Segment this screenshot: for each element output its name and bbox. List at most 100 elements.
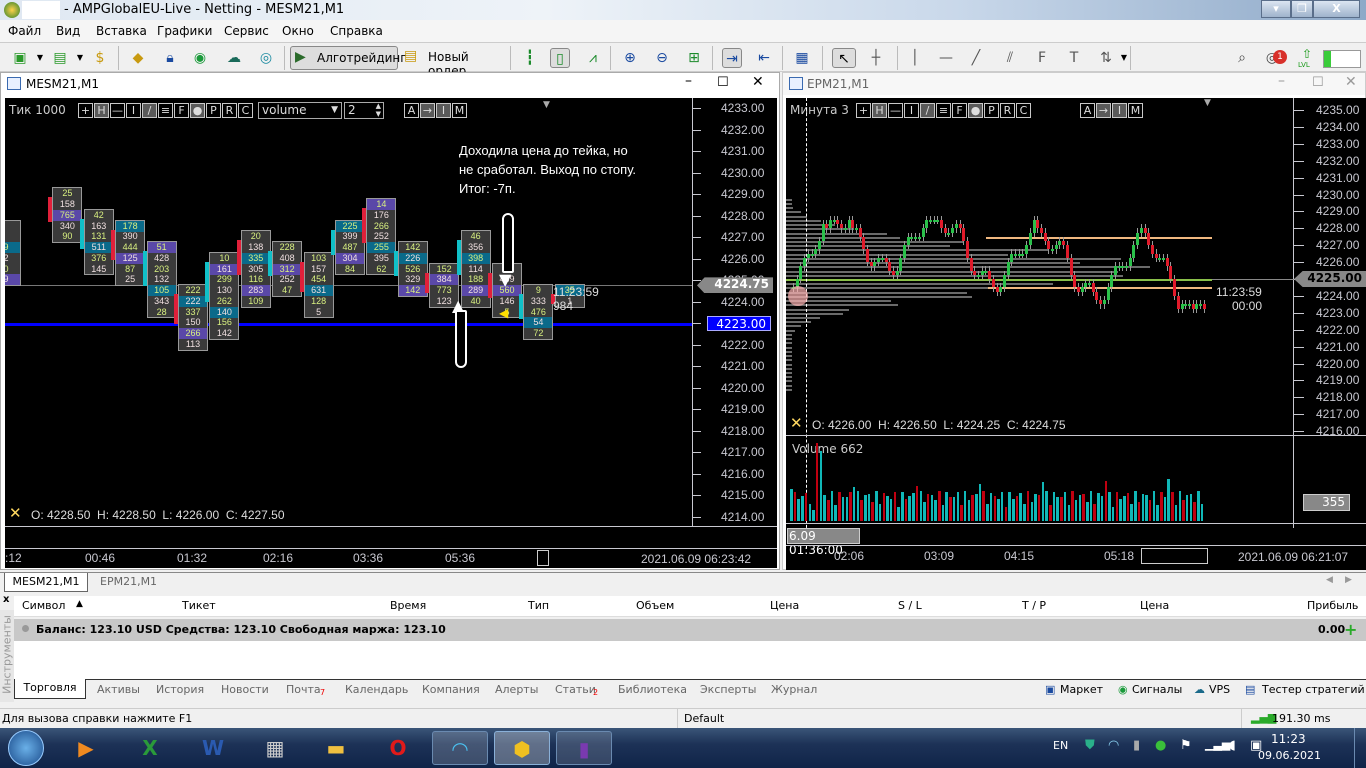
tool-button-8[interactable]: P [984, 103, 999, 118]
dropdown-icon[interactable]: ▼ [30, 48, 50, 68]
market-link[interactable]: Маркет [1060, 683, 1103, 696]
tool-button-9[interactable]: R [222, 103, 237, 118]
vertical-line-icon[interactable]: │ [905, 48, 925, 68]
new-chart-icon[interactable]: ▣ [10, 48, 30, 68]
strategy-tester-link[interactable]: Тестер стратегий [1262, 683, 1365, 696]
scroll-box[interactable] [537, 550, 549, 566]
tool-button-7[interactable]: ● [190, 103, 205, 118]
tab-calendar[interactable]: Календарь [345, 683, 408, 696]
tool-button-10[interactable]: C [238, 103, 253, 118]
tool-button-2[interactable]: — [110, 103, 125, 118]
chart-tab-mesm21[interactable]: MESM21,M1 [4, 573, 88, 592]
text-icon[interactable]: T [1064, 48, 1084, 68]
indicator-select[interactable]: volume ▼ [258, 102, 342, 119]
volume-icon[interactable]: ◖ [1229, 738, 1236, 753]
balance-row[interactable]: Баланс: 123.10 USD Средства: 123.10 Своб… [14, 619, 1366, 641]
tool-button-6[interactable]: F [952, 103, 967, 118]
excel-icon[interactable]: X [122, 731, 178, 765]
opera-icon[interactable]: O [370, 731, 426, 765]
signal-strength-icon[interactable]: ▁▃▅ [1205, 738, 1230, 751]
arrows-icon[interactable]: ⇅ [1096, 48, 1116, 68]
menu-tools[interactable]: Сервис [224, 24, 269, 38]
show-desktop-button[interactable] [1354, 728, 1366, 768]
period-spinner[interactable]: 2 ▲ ▼ [344, 102, 384, 119]
signals-link[interactable]: Сигналы [1132, 683, 1182, 696]
tool-button-7[interactable]: ● [968, 103, 983, 118]
nav-button-3[interactable]: M [1128, 103, 1143, 118]
nav-button-2[interactable]: I [1112, 103, 1127, 118]
col-price[interactable]: Цена [770, 599, 799, 612]
tool-button-0[interactable]: + [78, 103, 93, 118]
line-chart-icon[interactable]: ⩘ [583, 48, 603, 68]
dropdown-icon[interactable]: ▼ [70, 48, 90, 68]
tool-button-3[interactable]: I [904, 103, 919, 118]
col-ticket[interactable]: Тикет [182, 599, 216, 612]
wifi-tray-icon[interactable]: ◠ [1108, 738, 1119, 753]
action-center-icon[interactable]: ⚑ [1180, 738, 1192, 753]
crosshair-icon[interactable]: ┼ [866, 48, 886, 68]
menu-help[interactable]: Справка [330, 24, 383, 38]
col-current-price[interactable]: Цена [1140, 599, 1169, 612]
wifi-app-icon[interactable]: ◠ [432, 731, 488, 765]
tab-mailbox[interactable]: Почта [286, 683, 321, 696]
vps-icon[interactable]: ☁ [224, 48, 244, 68]
tool-button-1[interactable]: H [94, 103, 109, 118]
maximize-icon[interactable]: ☐ [1312, 75, 1324, 90]
calculator-icon[interactable]: ▦ [247, 731, 303, 765]
tool-button-8[interactable]: P [206, 103, 221, 118]
tile-windows-icon[interactable]: ⊞ [684, 48, 704, 68]
tool-button-4[interactable]: / [142, 103, 157, 118]
candlestick-icon[interactable]: ▯ [550, 48, 570, 68]
tab-alerts[interactable]: Алерты [495, 683, 538, 696]
nav-button-3[interactable]: M [452, 103, 467, 118]
nav-button-0[interactable]: A [1080, 103, 1095, 118]
menu-insert[interactable]: Вставка [96, 24, 147, 38]
col-time[interactable]: Время [390, 599, 426, 612]
menu-charts[interactable]: Графики [157, 24, 212, 38]
dropdown-icon[interactable]: ▼ [1114, 48, 1134, 68]
menu-view[interactable]: Вид [56, 24, 80, 38]
tool-button-1[interactable]: H [872, 103, 887, 118]
bar-chart-icon[interactable]: ┇ [520, 48, 540, 68]
restore-button[interactable]: ❐ [1291, 0, 1313, 18]
algotrading-button[interactable]: ▶ Алготрейдинг [290, 46, 407, 70]
signal-app-icon[interactable]: ▮ [556, 731, 612, 765]
clock-date[interactable]: 09.06.2021 [1258, 749, 1321, 762]
minimize-icon[interactable]: – [1278, 73, 1285, 89]
profiles-icon[interactable]: ▤ [50, 48, 70, 68]
scroll-box[interactable] [1141, 548, 1208, 564]
explorer-icon[interactable]: ▬ [308, 731, 364, 765]
close-icon[interactable]: ✕ [1345, 74, 1357, 90]
antivirus-icon[interactable]: ⛊ [1085, 738, 1095, 753]
tool-button-0[interactable]: + [856, 103, 871, 118]
tool-button-2[interactable]: — [888, 103, 903, 118]
close-panel-icon[interactable]: x [3, 594, 9, 605]
nav-button-0[interactable]: A [404, 103, 419, 118]
tool-button-6[interactable]: F [174, 103, 189, 118]
lvl-icon[interactable]: ⇧ [1296, 47, 1318, 61]
col-sl[interactable]: S / L [898, 599, 922, 612]
new-order-button[interactable]: ▤ Новый ордер [402, 46, 504, 78]
tab-history[interactable]: История [156, 683, 204, 696]
col-volume[interactable]: Объем [636, 599, 674, 612]
network-app-icon[interactable]: ● [1155, 738, 1166, 753]
menu-file[interactable]: Файл [8, 24, 41, 38]
clock-time[interactable]: 11:23 [1271, 732, 1306, 746]
tool-button-3[interactable]: I [126, 103, 141, 118]
col-type[interactable]: Тип [528, 599, 549, 612]
minimize-button[interactable]: ▾ [1261, 0, 1291, 18]
tab-company[interactable]: Компания [422, 683, 480, 696]
tab-journal[interactable]: Журнал [771, 683, 817, 696]
market-icon[interactable]: 🔒︎ [160, 48, 180, 68]
language-indicator[interactable]: EN [1053, 739, 1068, 752]
tool-button-5[interactable]: ≡ [158, 103, 173, 118]
autoscroll-icon[interactable]: ⇥ [722, 48, 742, 68]
chart-tab-epm21[interactable]: EPM21,M1 [100, 575, 157, 588]
footprint-chart[interactable]: Тик 1000 + H — I / ≡ F ● P R Cvolume ▼ 2 ▲ ▼ A → I M ▼ 4233.… [5, 98, 777, 568]
menu-window[interactable]: Окно [282, 24, 314, 38]
community-icon[interactable]: ◎ [256, 48, 276, 68]
vps-link[interactable]: VPS [1209, 683, 1230, 696]
metatrader-taskbar-icon[interactable]: ⬢ [494, 731, 550, 765]
tab-assets[interactable]: Активы [97, 683, 140, 696]
navigator-icon[interactable]: ◆ [128, 48, 148, 68]
